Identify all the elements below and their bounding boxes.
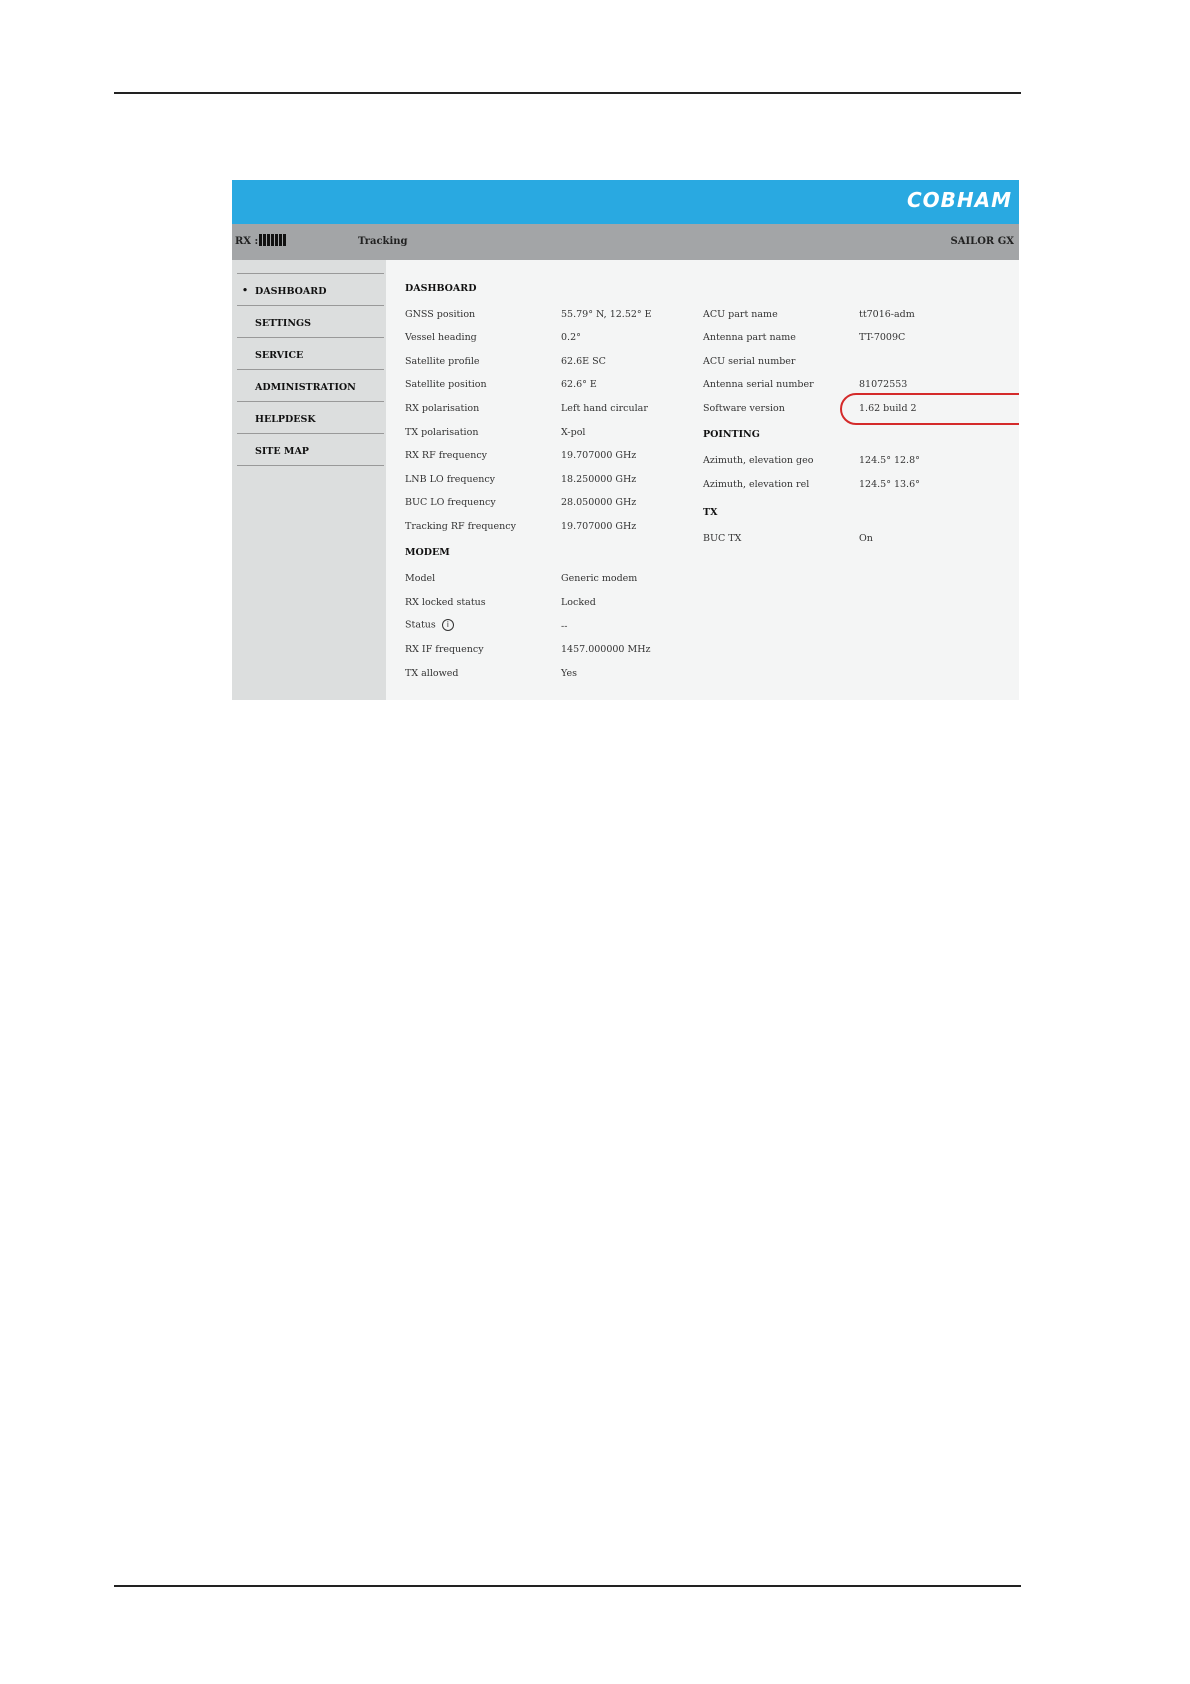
status-bar: RX : Tracking SAILOR GX bbox=[232, 224, 1019, 260]
tracking-status: Tracking bbox=[358, 236, 408, 247]
acu-part-name-label: ACU part name bbox=[703, 309, 778, 320]
sidebar-item-label: SERVICE bbox=[255, 350, 304, 361]
sidebar-item-label: SETTINGS bbox=[255, 318, 312, 329]
antenna-part-name-label: Antenna part name bbox=[703, 332, 796, 343]
azimuth-elevation-geo-label: Azimuth, elevation geo bbox=[703, 455, 814, 466]
software-version-label: Software version bbox=[703, 403, 785, 414]
sidebar-item-site-map[interactable]: SITE MAP bbox=[237, 433, 384, 466]
satellite-position-label: Satellite position bbox=[405, 379, 487, 390]
rx-signal-bars-icon bbox=[259, 234, 286, 246]
satellite-position-value: 62.6° E bbox=[561, 379, 597, 390]
active-bullet-icon: • bbox=[242, 285, 249, 296]
modem-section-title: MODEM bbox=[405, 547, 450, 558]
buc-tx-value: On bbox=[859, 533, 873, 544]
dashboard-section-title: DASHBOARD bbox=[405, 283, 477, 294]
lnb-lo-frequency-value: 18.250000 GHz bbox=[561, 474, 637, 485]
azimuth-elevation-rel-value: 124.5° 13.6° bbox=[859, 479, 920, 490]
sidebar-item-helpdesk[interactable]: HELPDESK bbox=[237, 401, 384, 433]
rx-rf-frequency-label: RX RF frequency bbox=[405, 450, 488, 461]
sidebar-item-label: HELPDESK bbox=[255, 414, 316, 425]
rx-polarisation-value: Left hand circular bbox=[561, 403, 648, 414]
sidebar-item-label: ADMINISTRATION bbox=[255, 382, 356, 393]
modem-status-value: -- bbox=[561, 621, 568, 632]
dashboard-content: DASHBOARD GNSS position 55.79° N, 12.52°… bbox=[386, 260, 1019, 700]
tracking-rf-frequency-label: Tracking RF frequency bbox=[405, 521, 516, 532]
rx-locked-status-value: Locked bbox=[561, 597, 596, 608]
rx-rf-frequency-value: 19.707000 GHz bbox=[561, 450, 637, 461]
rx-locked-status-label: RX locked status bbox=[405, 597, 486, 608]
sidebar-item-label: SITE MAP bbox=[255, 446, 309, 457]
sidebar-item-dashboard[interactable]: • DASHBOARD bbox=[237, 273, 384, 305]
page-bottom-rule bbox=[114, 1585, 1021, 1587]
gnss-position-label: GNSS position bbox=[405, 309, 476, 320]
pointing-section-title: POINTING bbox=[703, 429, 760, 440]
rx-if-frequency-value: 1457.000000 MHz bbox=[561, 644, 651, 655]
tx-section-title: TX bbox=[703, 507, 718, 518]
info-icon[interactable]: i bbox=[441, 619, 454, 631]
tracking-rf-frequency-value: 19.707000 GHz bbox=[561, 521, 637, 532]
satellite-profile-value: 62.6E SC bbox=[561, 356, 606, 367]
modem-model-value: Generic modem bbox=[561, 573, 638, 584]
azimuth-elevation-geo-value: 124.5° 12.8° bbox=[859, 455, 920, 466]
lnb-lo-frequency-label: LNB LO frequency bbox=[405, 474, 496, 485]
vessel-heading-value: 0.2° bbox=[561, 332, 581, 343]
buc-lo-frequency-value: 28.050000 GHz bbox=[561, 497, 637, 508]
tx-allowed-label: TX allowed bbox=[405, 668, 459, 679]
buc-tx-label: BUC TX bbox=[703, 533, 742, 544]
sidebar: • DASHBOARD SETTINGS SERVICE ADMINISTRAT… bbox=[232, 260, 386, 700]
product-name: SAILOR GX bbox=[950, 236, 1015, 247]
antenna-serial-number-label: Antenna serial number bbox=[703, 379, 814, 390]
header-banner: COBHAM bbox=[232, 180, 1019, 224]
azimuth-elevation-rel-label: Azimuth, elevation rel bbox=[703, 479, 810, 490]
web-interface-screenshot: COBHAM RX : Tracking SAILOR GX • DASHBOA… bbox=[232, 180, 1019, 700]
satellite-profile-label: Satellite profile bbox=[405, 356, 480, 367]
sidebar-item-settings[interactable]: SETTINGS bbox=[237, 305, 384, 337]
tx-polarisation-label: TX polarisation bbox=[405, 427, 479, 438]
antenna-serial-number-value: 81072553 bbox=[859, 379, 908, 390]
modem-model-label: Model bbox=[405, 573, 436, 584]
gnss-position-value: 55.79° N, 12.52° E bbox=[561, 309, 652, 320]
tx-allowed-value: Yes bbox=[561, 668, 577, 679]
sidebar-item-label: DASHBOARD bbox=[255, 286, 327, 297]
acu-serial-number-label: ACU serial number bbox=[703, 356, 796, 367]
rx-label: RX : bbox=[235, 236, 259, 247]
sidebar-item-administration[interactable]: ADMINISTRATION bbox=[237, 369, 384, 401]
antenna-part-name-value: TT-7009C bbox=[859, 332, 906, 343]
software-version-highlight bbox=[840, 393, 1019, 425]
cobham-logo: COBHAM bbox=[906, 188, 1012, 212]
buc-lo-frequency-label: BUC LO frequency bbox=[405, 497, 496, 508]
sidebar-item-service[interactable]: SERVICE bbox=[237, 337, 384, 369]
rx-polarisation-label: RX polarisation bbox=[405, 403, 480, 414]
vessel-heading-label: Vessel heading bbox=[405, 332, 477, 343]
page-top-rule bbox=[114, 92, 1021, 94]
modem-status-label-text: Status bbox=[405, 619, 436, 631]
modem-status-label: Status i bbox=[405, 619, 454, 631]
acu-part-name-value: tt7016-adm bbox=[859, 309, 915, 320]
tx-polarisation-value: X-pol bbox=[561, 427, 586, 438]
sidebar-nav: • DASHBOARD SETTINGS SERVICE ADMINISTRAT… bbox=[237, 273, 384, 466]
rx-if-frequency-label: RX IF frequency bbox=[405, 644, 484, 655]
